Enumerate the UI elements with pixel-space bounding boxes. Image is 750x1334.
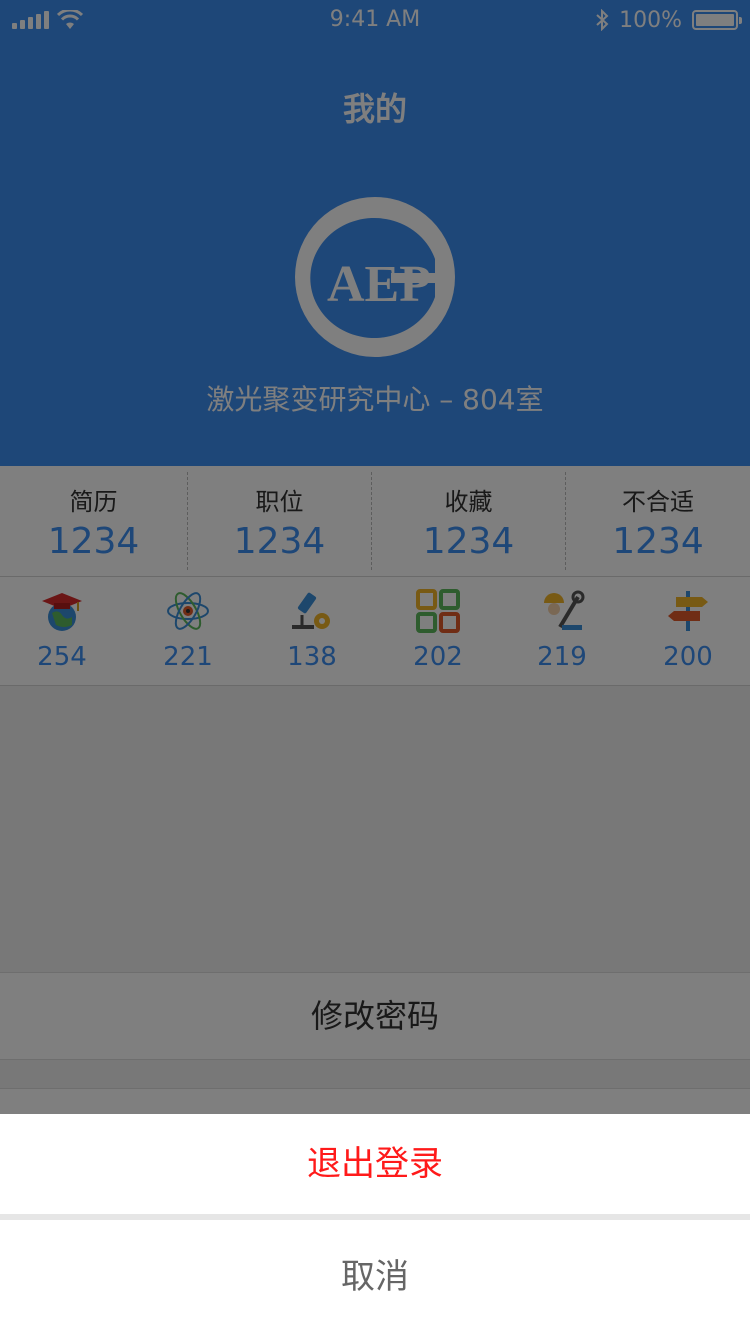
action-sheet: 退出登录 取消 — [0, 1114, 750, 1334]
cancel-button[interactable]: 取消 — [0, 1220, 750, 1334]
logout-button[interactable]: 退出登录 — [0, 1114, 750, 1214]
